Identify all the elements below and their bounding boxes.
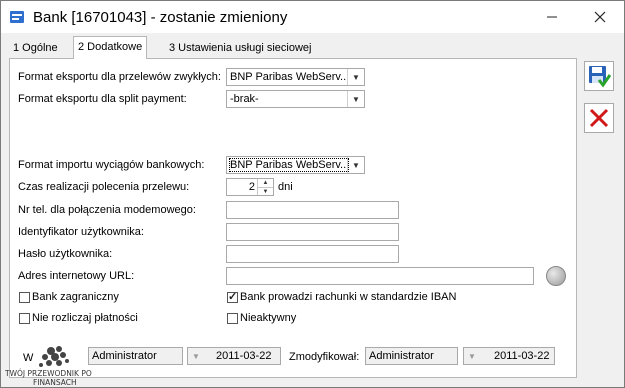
app-icon <box>10 11 24 23</box>
time-label: Czas realizacji polecenia przelewu: <box>18 181 190 193</box>
publisher-logo: TWÓJ PRZEWODNIK PO FINANSACH <box>5 346 92 387</box>
time-value: 2 <box>248 181 255 193</box>
tab-additional[interactable]: 2 Dodatkowe <box>73 36 148 59</box>
no-settle-label: Nie rozliczaj płatności <box>32 312 138 324</box>
password-label: Hasło użytkownika: <box>18 248 113 260</box>
import-value: BNP Paribas WebServ... <box>229 158 349 172</box>
chevron-down-icon: ▼ <box>468 351 476 361</box>
chevron-down-icon[interactable]: ▼ <box>347 69 364 85</box>
modified-user: Administrator <box>369 350 434 362</box>
spin-up-icon[interactable]: ▲ <box>258 179 273 188</box>
chevron-down-icon: ▼ <box>192 351 200 361</box>
phone-field[interactable] <box>226 201 399 219</box>
time-unit: dni <box>278 181 293 193</box>
cancel-button[interactable] <box>584 103 614 133</box>
dialog-window: Bank [16701043] - zostanie zmieniony 1 O… <box>0 0 625 388</box>
window-title: Bank [16701043] - zostanie zmieniony <box>33 9 288 26</box>
tab-panel: Format eksportu dla przelewów zwykłych: … <box>9 58 577 378</box>
minimize-icon[interactable] <box>537 5 567 29</box>
iban-checkbox[interactable] <box>227 290 238 303</box>
added-date: 2011-03-22 <box>216 350 272 362</box>
spin-down-icon[interactable]: ▼ <box>258 188 273 196</box>
export-normal-value: BNP Paribas WebServ... <box>230 71 348 83</box>
no-settle-checkbox[interactable] <box>19 313 30 324</box>
save-button[interactable] <box>584 61 614 91</box>
title-bar: Bank [16701043] - zostanie zmieniony <box>1 1 624 33</box>
modified-date-field: ▼ 2011-03-22 <box>463 347 555 365</box>
import-select[interactable]: BNP Paribas WebServ... ▼ <box>226 156 365 174</box>
user-id-field[interactable] <box>226 223 399 241</box>
time-stepper[interactable]: 2 ▲ ▼ <box>226 178 274 196</box>
watermark-line1: TWÓJ PRZEWODNIK PO <box>5 369 92 378</box>
tab-general[interactable]: 1 Ogólne <box>9 38 62 58</box>
password-field[interactable] <box>226 245 399 263</box>
inactive-label: Nieaktywny <box>240 312 297 324</box>
export-normal-select[interactable]: BNP Paribas WebServ... ▼ <box>226 68 365 86</box>
user-id-label: Identyfikator użytkownika: <box>18 226 144 238</box>
globe-icon[interactable] <box>546 266 566 286</box>
modified-label: Zmodyfikował: <box>289 351 360 363</box>
chevron-down-icon[interactable]: ▼ <box>347 157 364 173</box>
url-label: Adres internetowy URL: <box>18 270 135 282</box>
chevron-down-icon[interactable]: ▼ <box>347 91 364 107</box>
added-date-field: ▼ 2011-03-22 <box>187 347 281 365</box>
import-label: Format importu wyciągów bankowych: <box>18 159 205 171</box>
modified-user-field: Administrator <box>365 347 458 365</box>
foreign-bank-checkbox[interactable] <box>19 292 30 303</box>
save-disk-check-icon <box>589 66 611 88</box>
foreign-bank-label: Bank zagraniczny <box>32 291 119 303</box>
export-normal-label: Format eksportu dla przelewów zwykłych: <box>18 71 221 83</box>
phone-label: Nr tel. dla połączenia modemowego: <box>18 204 196 216</box>
close-icon[interactable] <box>585 5 615 29</box>
export-split-label: Format eksportu dla split payment: <box>18 93 187 105</box>
url-field[interactable] <box>226 267 534 285</box>
modified-date: 2011-03-22 <box>494 350 550 362</box>
watermark-line2: FINANSACH <box>33 378 77 387</box>
export-split-select[interactable]: -brak- ▼ <box>226 90 365 108</box>
export-split-value: -brak- <box>230 93 259 105</box>
tab-web-service-settings[interactable]: 3 Ustawienia usługi sieciowej <box>165 38 315 58</box>
red-x-icon <box>589 108 609 128</box>
inactive-checkbox[interactable] <box>227 313 238 324</box>
iban-label: Bank prowadzi rachunki w standardzie IBA… <box>240 291 457 303</box>
